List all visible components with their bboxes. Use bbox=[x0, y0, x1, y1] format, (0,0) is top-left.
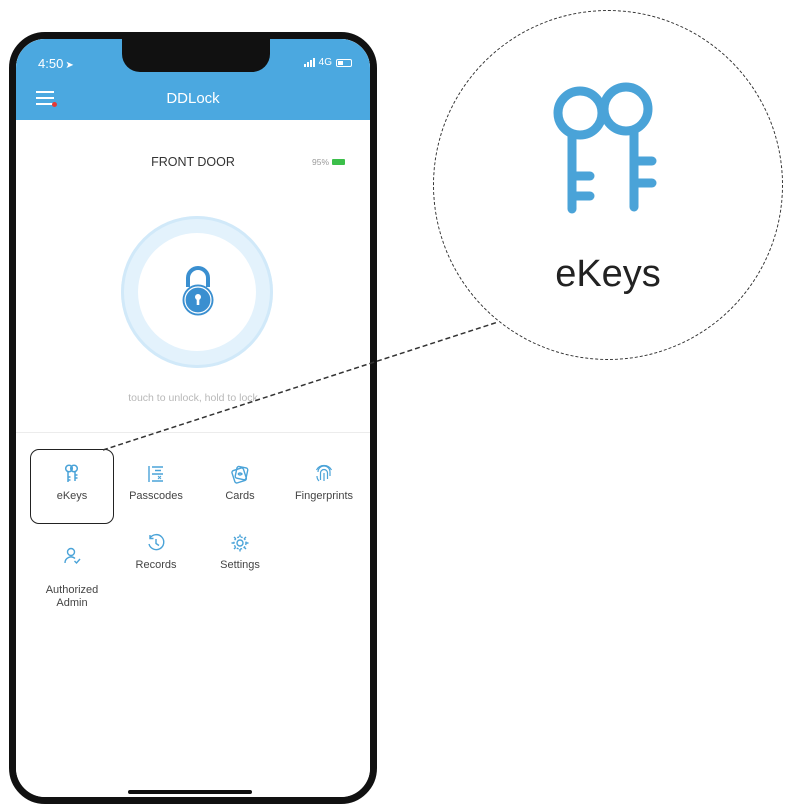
callout-label: eKeys bbox=[555, 253, 661, 295]
ekeys-icon bbox=[553, 82, 657, 214]
ekeys-callout: eKeys bbox=[433, 10, 783, 360]
